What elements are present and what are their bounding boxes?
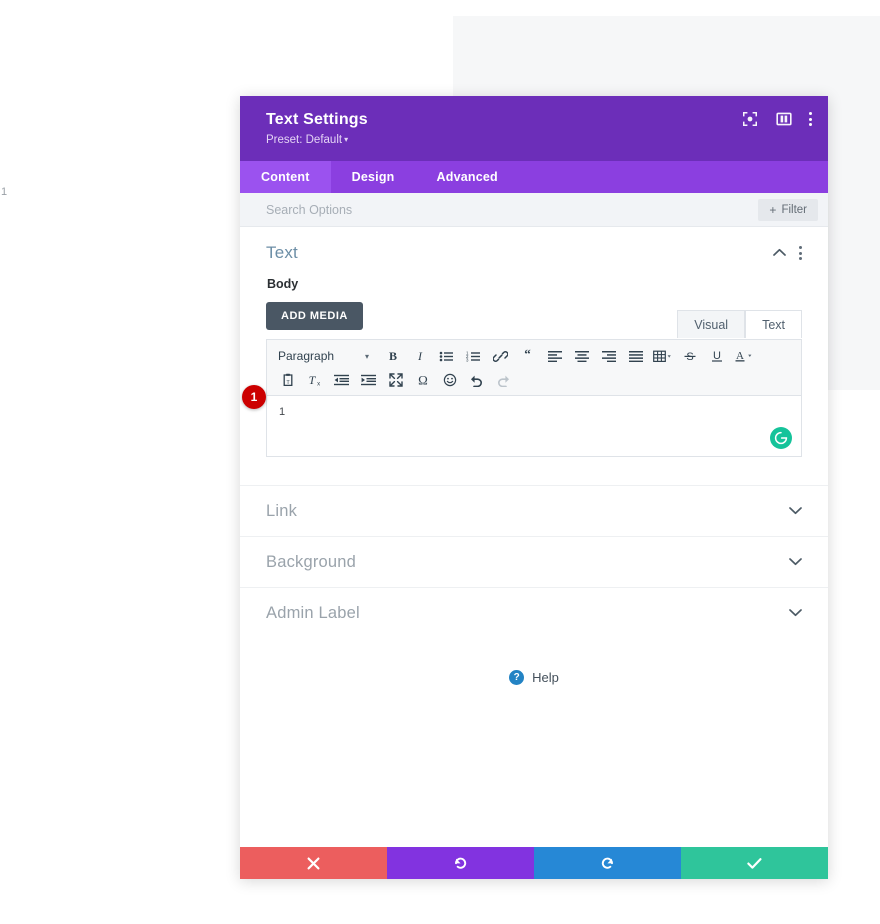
section-background-title: Background	[266, 552, 357, 571]
help-link[interactable]: ? Help	[240, 670, 828, 685]
editor-toolbar: Paragraph ▾ B I 1 2 3 “ U A T T x Ω	[266, 339, 802, 395]
undo-icon	[453, 856, 468, 871]
svg-text:x: x	[317, 381, 320, 387]
section-admin-label[interactable]: Admin Label	[240, 587, 828, 638]
header-actions	[741, 110, 812, 128]
paragraph-format-label: Paragraph	[278, 349, 335, 363]
blockquote-icon[interactable]: “	[514, 345, 541, 367]
editor-toolbar-row-1: Paragraph ▾ B I 1 2 3 “ U A	[274, 345, 794, 367]
italic-icon[interactable]: I	[406, 345, 433, 367]
focus-target-icon[interactable]	[741, 110, 759, 128]
clear-formatting-icon[interactable]: T x	[301, 369, 328, 391]
add-media-button[interactable]: ADD MEDIA	[266, 302, 363, 330]
text-color-icon[interactable]: A	[730, 345, 757, 367]
bulleted-list-icon[interactable]	[433, 345, 460, 367]
special-character-icon[interactable]: Ω	[409, 369, 436, 391]
wysiwyg-editor: Visual Text Paragraph ▾ B I 1 2 3 “ U A …	[242, 310, 802, 457]
tab-design[interactable]: Design	[331, 161, 416, 193]
section-kebab-menu-icon[interactable]	[799, 246, 802, 260]
align-center-icon[interactable]	[568, 345, 595, 367]
search-input[interactable]	[266, 202, 606, 217]
background-stray-number: 1	[1, 186, 8, 198]
section-background[interactable]: Background	[240, 536, 828, 587]
grammarly-icon[interactable]	[770, 427, 792, 449]
question-mark-icon: ?	[509, 670, 525, 685]
svg-text:B: B	[388, 349, 396, 363]
body-field-label: Body	[267, 277, 299, 291]
editor-mode-tabs: Visual Text	[677, 310, 802, 338]
section-text-title: Text	[266, 243, 298, 262]
tab-visual[interactable]: Visual	[677, 310, 746, 338]
help-label: Help	[532, 670, 559, 685]
modal-tabs: Content Design Advanced	[240, 161, 828, 193]
filter-button[interactable]: + Filter	[758, 198, 818, 221]
modal-header: Text Settings Preset: Default ▾	[240, 96, 828, 161]
undo-button[interactable]	[387, 847, 534, 879]
undo-icon[interactable]	[463, 369, 490, 391]
table-icon[interactable]	[649, 345, 676, 367]
section-text: Text Body ADD MEDIA Visual Text Paragrap…	[240, 227, 828, 485]
section-text-actions	[773, 244, 802, 262]
search-bar: + Filter	[240, 193, 828, 227]
plus-icon: +	[769, 202, 777, 217]
svg-text:3: 3	[466, 357, 469, 362]
text-settings-modal: Text Settings Preset: Default ▾ Content …	[240, 96, 828, 879]
strikethrough-icon[interactable]: S	[676, 345, 703, 367]
indent-icon[interactable]	[355, 369, 382, 391]
link-icon[interactable]	[487, 345, 514, 367]
paragraph-format-select[interactable]: Paragraph ▾	[274, 345, 375, 367]
cancel-button[interactable]	[240, 847, 387, 879]
fullscreen-icon[interactable]	[382, 369, 409, 391]
modal-body: Text Body ADD MEDIA Visual Text Paragrap…	[240, 227, 828, 847]
section-text-header[interactable]: Text	[266, 243, 802, 277]
redo-icon[interactable]	[490, 369, 517, 391]
tab-text[interactable]: Text	[745, 310, 802, 338]
editor-content-text: 1	[279, 406, 286, 418]
tab-content[interactable]: Content	[240, 161, 331, 193]
chevron-down-icon[interactable]	[789, 553, 802, 571]
bold-icon[interactable]: B	[379, 345, 406, 367]
section-link-title: Link	[266, 501, 298, 520]
align-justify-icon[interactable]	[622, 345, 649, 367]
editor-toolbar-row-2: T T x Ω	[274, 369, 794, 391]
chevron-down-icon[interactable]	[789, 502, 802, 520]
svg-text:Ω: Ω	[418, 373, 428, 387]
step-marker-badge: 1	[242, 385, 266, 409]
kebab-menu-icon[interactable]	[809, 112, 812, 126]
chevron-down-icon: ▾	[364, 351, 369, 361]
check-icon	[747, 857, 762, 870]
section-link[interactable]: Link	[240, 485, 828, 536]
layout-panel-icon[interactable]	[775, 110, 793, 128]
preset-caret-icon: ▾	[344, 135, 349, 144]
preset-label: Preset: Default	[266, 134, 343, 146]
redo-icon	[600, 856, 615, 871]
chevron-down-icon[interactable]	[789, 604, 802, 622]
modal-footer	[240, 847, 828, 879]
outdent-icon[interactable]	[328, 369, 355, 391]
svg-text:“: “	[524, 349, 531, 361]
align-left-icon[interactable]	[541, 345, 568, 367]
chevron-up-icon[interactable]	[773, 244, 786, 262]
svg-text:I: I	[417, 349, 423, 363]
tab-advanced[interactable]: Advanced	[416, 161, 519, 193]
save-button[interactable]	[681, 847, 828, 879]
numbered-list-icon[interactable]: 1 2 3	[460, 345, 487, 367]
page-title: Text Settings	[266, 111, 368, 128]
underline-icon[interactable]: U	[703, 345, 730, 367]
svg-text:T: T	[308, 373, 316, 387]
page-root: 1 Text Settings Preset: Default ▾ Conten…	[0, 0, 880, 924]
preset-selector[interactable]: Preset: Default ▾	[266, 133, 806, 147]
align-right-icon[interactable]	[595, 345, 622, 367]
section-admin-label-title: Admin Label	[266, 603, 360, 622]
paste-as-text-icon[interactable]: T	[274, 369, 301, 391]
filter-button-label: Filter	[781, 203, 807, 216]
svg-text:U: U	[713, 350, 721, 362]
redo-button[interactable]	[534, 847, 681, 879]
editor-content-area[interactable]: 1 1	[242, 385, 802, 457]
close-icon	[307, 857, 320, 870]
emoji-icon[interactable]	[436, 369, 463, 391]
